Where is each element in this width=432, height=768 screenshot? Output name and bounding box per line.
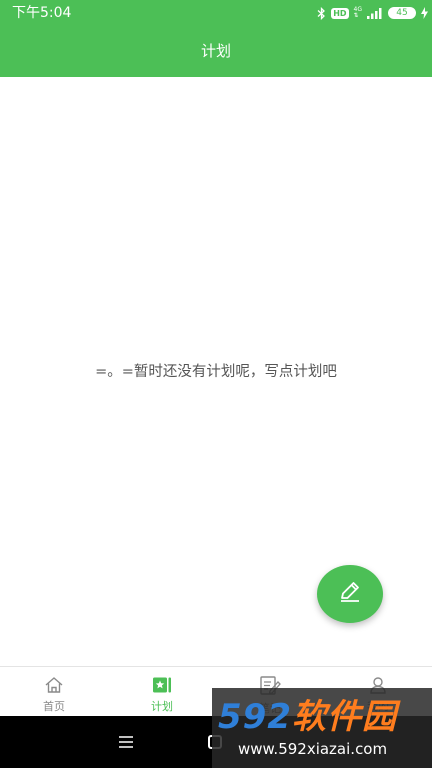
- tab-plan-label: 计划: [151, 700, 173, 713]
- network-arrows: ⇅: [353, 12, 359, 19]
- bluetooth-icon: [317, 6, 326, 20]
- charging-icon: [421, 7, 428, 19]
- watermark-brand-text: 软件园: [291, 697, 397, 737]
- watermark-brand: 592软件园: [218, 698, 397, 736]
- app-header: 下午5:04 HD 4G ⇅ 45 计划: [0, 0, 432, 77]
- home-icon: [44, 676, 64, 698]
- tab-home-label: 首页: [43, 700, 65, 713]
- status-icons: HD 4G ⇅ 45: [317, 5, 428, 21]
- battery-icon: 45: [388, 7, 416, 19]
- plan-screen: 下午5:04 HD 4G ⇅ 45 计划 =。=暂时还没有计划呢，写点计划吧 首…: [0, 0, 432, 768]
- network-type-icon: 4G ⇅: [354, 7, 362, 19]
- plan-icon: [152, 676, 172, 698]
- tab-plan[interactable]: 计划: [108, 667, 216, 716]
- watermark-site: www.592xiazai.com: [238, 740, 388, 758]
- watermark-brand-digits: 592: [218, 697, 292, 737]
- watermark-logo: 592软件园 www.592xiazai.com: [212, 688, 432, 768]
- empty-state-message: =。=暂时还没有计划呢，写点计划吧: [95, 364, 337, 380]
- page-title: 计划: [200, 42, 231, 60]
- battery-level: 45: [396, 8, 408, 18]
- write-plan-button[interactable]: [317, 565, 383, 623]
- status-time: 下午5:04: [12, 5, 72, 21]
- hd-voice-icon: HD: [331, 7, 349, 19]
- signal-icon: [367, 7, 383, 19]
- menu-icon[interactable]: [118, 734, 134, 753]
- status-bar: 下午5:04 HD 4G ⇅ 45: [0, 0, 432, 26]
- tab-home[interactable]: 首页: [0, 667, 108, 716]
- pencil-icon: [337, 579, 363, 609]
